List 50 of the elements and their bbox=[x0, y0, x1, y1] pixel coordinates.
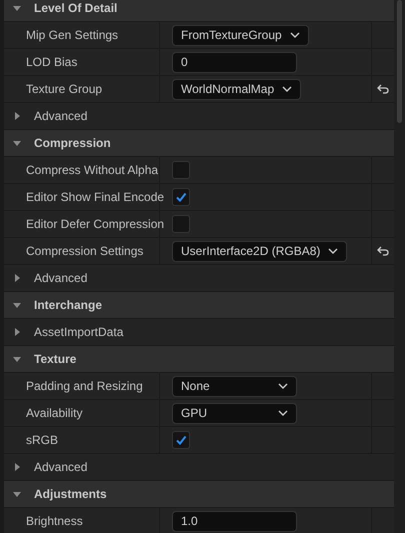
property-label: Editor Defer Compression bbox=[26, 217, 164, 231]
expand-arrow-icon[interactable] bbox=[12, 327, 22, 337]
property-label: Availability bbox=[26, 406, 82, 420]
dropdown[interactable]: None bbox=[172, 376, 297, 396]
property-label: sRGB bbox=[26, 433, 58, 447]
expand-arrow-icon[interactable] bbox=[12, 273, 22, 283]
checkmark-icon bbox=[175, 434, 187, 446]
chevron-down-icon bbox=[290, 32, 300, 38]
property-label: LOD Bias bbox=[26, 55, 78, 69]
property-label: Mip Gen Settings bbox=[26, 28, 118, 42]
chevron-down-icon bbox=[278, 410, 288, 416]
property-label: Compression Settings bbox=[26, 244, 144, 258]
property-label: Texture Group bbox=[26, 82, 102, 96]
checkbox[interactable] bbox=[172, 431, 190, 449]
category-header[interactable]: Compression bbox=[4, 130, 394, 157]
category-title: Texture bbox=[34, 352, 76, 366]
checkbox[interactable] bbox=[172, 215, 190, 233]
expand-arrow-icon[interactable] bbox=[12, 111, 22, 121]
category-header[interactable]: Interchange bbox=[4, 292, 394, 319]
checkmark-icon bbox=[175, 191, 187, 203]
chevron-down-icon bbox=[278, 383, 288, 389]
reset-arrow-icon[interactable] bbox=[377, 84, 389, 94]
group-label[interactable]: Advanced bbox=[34, 271, 88, 285]
chevron-down-icon bbox=[328, 248, 338, 254]
checkbox[interactable] bbox=[172, 188, 190, 206]
group-label[interactable]: Advanced bbox=[34, 109, 88, 123]
group-label[interactable]: AssetImportData bbox=[34, 325, 124, 339]
checkbox[interactable] bbox=[172, 161, 190, 179]
category-header[interactable]: Level Of Detail bbox=[4, 0, 394, 22]
dropdown[interactable]: GPU bbox=[172, 402, 297, 424]
number-field[interactable]: 0 bbox=[172, 52, 297, 72]
category-title: Compression bbox=[34, 136, 111, 150]
category-title: Interchange bbox=[34, 298, 102, 312]
chevron-down-icon bbox=[282, 86, 292, 92]
dropdown[interactable]: WorldNormalMap bbox=[172, 78, 302, 100]
number-field[interactable]: 1.0 bbox=[172, 510, 297, 532]
category-header[interactable]: Adjustments bbox=[4, 481, 394, 508]
property-label: Brightness bbox=[26, 514, 83, 528]
reset-arrow-icon[interactable] bbox=[377, 246, 389, 256]
expand-arrow-icon[interactable] bbox=[12, 462, 22, 472]
category-header[interactable]: Texture bbox=[4, 346, 394, 373]
category-title: Level Of Detail bbox=[34, 1, 118, 15]
group-label[interactable]: Advanced bbox=[34, 460, 88, 474]
property-label: Editor Show Final Encode bbox=[26, 190, 164, 204]
dropdown[interactable]: FromTextureGroup bbox=[172, 24, 309, 46]
scrollbar-thumb[interactable] bbox=[397, 0, 402, 123]
dropdown[interactable]: UserInterface2D (RGBA8) bbox=[172, 240, 348, 262]
category-title: Adjustments bbox=[34, 487, 107, 501]
property-label: Padding and Resizing bbox=[26, 379, 143, 393]
property-label: Compress Without Alpha bbox=[26, 163, 158, 177]
